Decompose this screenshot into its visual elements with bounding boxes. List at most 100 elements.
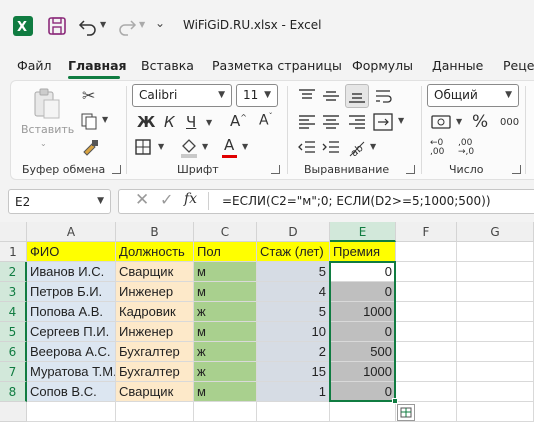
empty-cell[interactable]: [457, 282, 534, 302]
align-left-icon[interactable]: [297, 113, 317, 131]
align-right-icon[interactable]: [347, 113, 367, 131]
empty-cell[interactable]: [194, 402, 257, 422]
header-cell-experience[interactable]: Стаж (лет): [257, 242, 330, 262]
empty-cell[interactable]: [396, 342, 457, 362]
cell-bonus[interactable]: 1000: [330, 302, 396, 322]
select-all-button[interactable]: [0, 222, 27, 242]
empty-cell[interactable]: [457, 262, 534, 282]
row-header-6[interactable]: 6: [0, 342, 27, 362]
cell-bonus[interactable]: 0: [330, 322, 396, 342]
tab-home[interactable]: Главная: [68, 58, 127, 73]
decrease-font-icon[interactable]: Aˇ: [259, 112, 273, 129]
empty-cell[interactable]: [457, 242, 534, 262]
empty-cell[interactable]: [396, 302, 457, 322]
increase-indent-icon[interactable]: [321, 139, 341, 157]
cell-experience[interactable]: 10: [257, 322, 330, 342]
empty-cell[interactable]: [396, 382, 457, 402]
header-cell-gender[interactable]: Пол: [194, 242, 257, 262]
row-header-1[interactable]: 1: [0, 242, 27, 262]
row-header-8[interactable]: 8: [0, 382, 27, 402]
borders-icon[interactable]: [134, 138, 154, 156]
cell-fio[interactable]: Попова А.В.: [27, 302, 116, 322]
alignment-launcher-icon[interactable]: [406, 165, 415, 174]
cell-experience[interactable]: 5: [257, 262, 330, 282]
cell-fio[interactable]: Сопов В.С.: [27, 382, 116, 402]
undo-dropdown-icon[interactable]: ▼: [100, 20, 106, 29]
empty-cell[interactable]: [396, 282, 457, 302]
header-cell-fio[interactable]: ФИО: [27, 242, 116, 262]
paste-button[interactable]: Вставить: [21, 123, 74, 136]
column-header-a[interactable]: A: [27, 222, 116, 242]
cell-gender[interactable]: ж: [194, 342, 257, 362]
decrease-decimal-icon[interactable]: ,00 →,0: [458, 139, 474, 157]
clipboard-launcher-icon[interactable]: [112, 165, 121, 174]
paste-icon[interactable]: [32, 88, 62, 120]
cell-fio[interactable]: Иванов И.С.: [27, 262, 116, 282]
borders-dropdown-icon[interactable]: ▼: [158, 142, 164, 151]
format-painter-icon[interactable]: [80, 138, 100, 158]
cell-bonus[interactable]: 0: [330, 282, 396, 302]
cell-experience[interactable]: 2: [257, 342, 330, 362]
column-header-d[interactable]: D: [257, 222, 330, 242]
column-header-b[interactable]: B: [116, 222, 194, 242]
fill-color-dropdown-icon[interactable]: ▼: [202, 142, 208, 151]
empty-cell[interactable]: [457, 362, 534, 382]
tab-data[interactable]: Данные: [432, 58, 483, 73]
cell-position[interactable]: Инженер: [116, 282, 194, 302]
percent-icon[interactable]: %: [472, 112, 488, 132]
cell-experience[interactable]: 15: [257, 362, 330, 382]
header-cell-position[interactable]: Должность: [116, 242, 194, 262]
cell-position[interactable]: Бухгалтер: [116, 342, 194, 362]
decrease-indent-icon[interactable]: [297, 139, 317, 157]
column-header-f[interactable]: F: [396, 222, 457, 242]
cell-bonus[interactable]: 0: [330, 262, 396, 282]
cancel-icon[interactable]: ✕: [135, 190, 149, 210]
column-header-c[interactable]: C: [194, 222, 257, 242]
column-header-e[interactable]: E: [330, 222, 396, 242]
cell-gender[interactable]: м: [194, 282, 257, 302]
empty-cell[interactable]: [330, 402, 396, 422]
cell-gender[interactable]: ж: [194, 302, 257, 322]
empty-cell[interactable]: [257, 402, 330, 422]
cell-bonus[interactable]: 500: [330, 342, 396, 362]
paste-dropdown-icon[interactable]: ⌄: [40, 139, 47, 148]
bold-button[interactable]: Ж: [137, 113, 155, 131]
underline-dropdown-icon[interactable]: ▼: [206, 118, 212, 127]
enter-icon[interactable]: ✓: [160, 190, 173, 209]
cell-bonus[interactable]: 0: [330, 382, 396, 402]
empty-cell[interactable]: [457, 342, 534, 362]
cell-gender[interactable]: м: [194, 322, 257, 342]
copy-dropdown-icon[interactable]: ▼: [102, 115, 108, 124]
merge-center-icon[interactable]: [372, 111, 396, 133]
column-header-g[interactable]: G: [457, 222, 534, 242]
empty-cell[interactable]: [457, 382, 534, 402]
redo-dropdown-icon[interactable]: ▼: [139, 20, 145, 29]
wrap-text-icon[interactable]: [374, 87, 394, 105]
increase-font-icon[interactable]: A^: [230, 112, 247, 130]
cell-fio[interactable]: Сергеев П.И.: [27, 322, 116, 342]
cell-position[interactable]: Сварщик: [116, 382, 194, 402]
cell-experience[interactable]: 1: [257, 382, 330, 402]
cut-icon[interactable]: ✂: [82, 86, 95, 105]
worksheet-grid[interactable]: A B C D E F G 1 2 3 4 5 6 7 8 ФИО Должность Пол Стаж (лет)…: [0, 222, 534, 435]
empty-cell[interactable]: [457, 302, 534, 322]
font-launcher-icon[interactable]: [271, 165, 280, 174]
font-name-select[interactable]: Calibri ▼: [132, 84, 232, 107]
accounting-dropdown-icon[interactable]: ▼: [456, 117, 462, 126]
align-middle-icon[interactable]: [321, 87, 341, 105]
cell-experience[interactable]: 4: [257, 282, 330, 302]
cell-bonus[interactable]: 1000: [330, 362, 396, 382]
save-icon[interactable]: [45, 14, 69, 38]
font-color-icon[interactable]: A: [224, 136, 234, 154]
cell-experience[interactable]: 5: [257, 302, 330, 322]
font-color-dropdown-icon[interactable]: ▼: [242, 142, 248, 151]
tab-page-layout[interactable]: Разметка страницы: [212, 58, 342, 73]
empty-cell[interactable]: [457, 402, 534, 422]
redo-icon[interactable]: [115, 14, 139, 38]
font-size-select[interactable]: 11 ▼: [236, 84, 278, 107]
customize-toolbar-icon[interactable]: ⌄: [155, 16, 165, 30]
cell-fio[interactable]: Веерова А.С.: [27, 342, 116, 362]
empty-cell[interactable]: [27, 402, 116, 422]
cell-position[interactable]: Инженер: [116, 322, 194, 342]
row-header-5[interactable]: 5: [0, 322, 27, 342]
